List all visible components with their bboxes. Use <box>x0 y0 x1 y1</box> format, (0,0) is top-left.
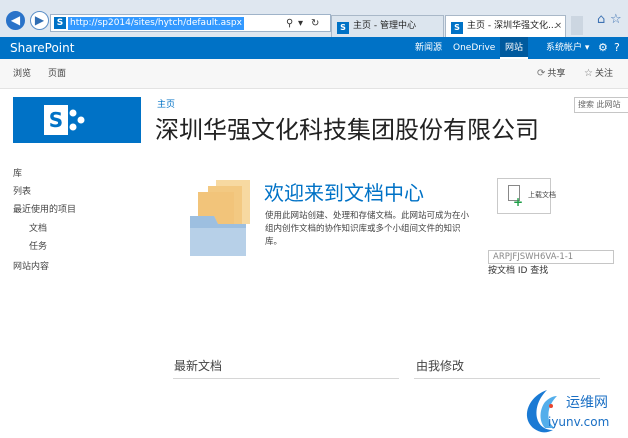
site-title[interactable]: 深圳华强文化科技集团股份有限公司 <box>155 114 539 146</box>
upload-label: 上载文档 <box>528 191 556 199</box>
address-url[interactable]: http://sp2014/sites/hytch/default.aspx <box>68 17 244 30</box>
search-icon[interactable]: ⚲ <box>286 17 293 30</box>
nav-item-site-contents[interactable]: 网站内容 <box>13 261 49 273</box>
document-id-input[interactable]: ARPJFJSWH6VA-1-1 <box>488 250 614 264</box>
address-bar[interactable]: S http://sp2014/sites/hytch/default.aspx… <box>50 14 331 32</box>
account-menu[interactable]: 系统帐户 ▾ <box>541 37 594 59</box>
new-tab-button[interactable] <box>571 16 583 35</box>
upload-document-button[interactable]: + 上载文档 <box>497 178 556 214</box>
welcome-title: 欢迎来到文档中心 <box>264 181 424 205</box>
suite-link-onedrive[interactable]: OneDrive <box>448 37 500 59</box>
close-tab-icon[interactable]: × <box>554 16 562 36</box>
find-by-document-id-link[interactable]: 按文档 ID 查找 <box>488 265 548 277</box>
watermark-name: 运维网 <box>566 395 608 411</box>
browser-tab-central-admin[interactable]: S 主页 - 管理中心 <box>331 15 444 37</box>
nav-item-libraries[interactable]: 库 <box>13 168 22 180</box>
nav-item-recent[interactable]: 最近使用的项目 <box>13 204 76 216</box>
breadcrumb[interactable]: 主页 <box>157 99 175 111</box>
dropdown-icon[interactable]: ▾ <box>298 17 303 30</box>
suite-link-sites[interactable]: 网站 <box>500 37 529 59</box>
help-icon[interactable]: ? <box>609 37 625 59</box>
star-icon: ☆ <box>584 68 593 79</box>
browser-chrome: ◀ ▶ S http://sp2014/sites/hytch/default.… <box>0 0 628 37</box>
welcome-description: 使用此网站创建、处理和存储文档。此网站可成为在小组内创作文档的协作知识库或多个小… <box>265 211 470 247</box>
share-icon: ⟳ <box>537 68 546 79</box>
home-icon[interactable]: ⌂ <box>597 12 605 27</box>
site-logo[interactable]: S <box>13 97 141 143</box>
share-button[interactable]: ⟳ 共享 <box>537 67 565 81</box>
sharepoint-logo-icon: S <box>44 105 68 135</box>
ribbon: 浏览 页面 ⟳ 共享 ☆ 关注 <box>0 59 628 89</box>
brand-sharepoint[interactable]: SharePoint <box>10 40 74 56</box>
sharepoint-favicon-icon: S <box>451 22 463 34</box>
nav-item-documents[interactable]: 文档 <box>29 223 47 235</box>
suite-link-newsfeed[interactable]: 新闻源 <box>410 37 447 59</box>
divider <box>173 378 399 379</box>
watermark-domain: iyunv.com <box>548 415 610 429</box>
tab-label: 主页 - 深圳华强文化... <box>467 21 557 31</box>
recent-documents-heading: 最新文档 <box>174 359 223 373</box>
favorites-icon[interactable]: ☆ <box>610 12 622 27</box>
plus-icon: + <box>513 195 524 209</box>
forward-icon[interactable]: ▶ <box>30 11 49 30</box>
sharepoint-favicon-icon: S <box>54 17 66 29</box>
sharepoint-favicon-icon: S <box>337 22 349 34</box>
share-label: 共享 <box>547 69 566 79</box>
document-folder-icon <box>190 180 250 256</box>
nav-item-tasks[interactable]: 任务 <box>29 241 47 253</box>
site-search-input[interactable]: 搜索 此网站 <box>574 97 628 113</box>
browser-tab-active[interactable]: S 主页 - 深圳华强文化... × <box>445 15 566 37</box>
refresh-icon[interactable]: ↻ <box>311 17 319 30</box>
nav-item-lists[interactable]: 列表 <box>13 186 31 198</box>
ribbon-tab-browse[interactable]: 浏览 <box>13 68 31 80</box>
ribbon-tab-page[interactable]: 页面 <box>48 68 66 80</box>
follow-button[interactable]: ☆ 关注 <box>584 67 613 81</box>
back-icon[interactable]: ◀ <box>6 11 25 30</box>
modified-by-me-heading: 由我修改 <box>416 359 465 373</box>
sharepoint-logo-dots-icon <box>69 109 85 131</box>
follow-label: 关注 <box>594 69 613 79</box>
tab-label: 主页 - 管理中心 <box>353 21 416 31</box>
suite-bar: SharePoint 新闻源 OneDrive 网站 系统帐户 ▾ ⚙ ? <box>0 37 628 59</box>
divider <box>414 378 600 379</box>
